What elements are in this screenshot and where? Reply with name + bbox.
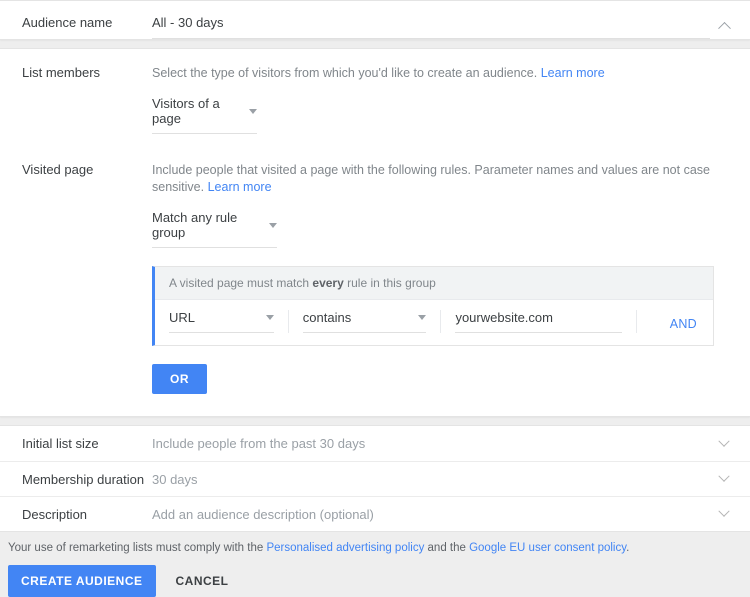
chevron-down-glyph (718, 435, 729, 446)
audience-settings-card: Initial list size Include people from th… (0, 425, 750, 532)
audience-name-card: Audience name (0, 0, 750, 40)
rule-field-select[interactable]: URL (169, 310, 274, 333)
chevron-down-icon (249, 109, 257, 114)
match-rule-group-value: Match any rule group (152, 210, 261, 240)
chevron-up-glyph (718, 21, 731, 34)
chevron-down-icon (269, 223, 277, 228)
chevron-down-icon[interactable] (714, 469, 734, 489)
chevron-up-icon[interactable] (712, 13, 736, 37)
rule-group-header-emphasis: every (312, 276, 343, 290)
audience-rules-card: List members Select the type of visitors… (0, 48, 750, 417)
visited-page-content: Include people that visited a page with … (152, 162, 750, 394)
add-or-group-button[interactable]: OR (152, 364, 207, 394)
visited-page-learn-more-link[interactable]: Learn more (208, 180, 272, 194)
rule-value-cell (441, 310, 636, 333)
disclaimer-text-mid: and the (424, 542, 469, 554)
chevron-down-glyph (718, 471, 729, 482)
membership-duration-value: 30 days (152, 472, 750, 487)
audience-builder-page: Audience name List members Select the ty… (0, 0, 750, 502)
rule-group-header-post: rule in this group (344, 276, 436, 290)
audience-name-field-wrap (152, 15, 710, 39)
list-members-helper-text: Select the type of visitors from which y… (152, 66, 537, 80)
description-label: Description (0, 507, 152, 522)
description-value: Add an audience description (optional) (152, 507, 750, 522)
rule-row: URL contains (155, 300, 713, 345)
initial-list-size-row[interactable]: Initial list size Include people from th… (0, 426, 750, 461)
chevron-down-icon[interactable] (714, 434, 734, 454)
rule-operator-value: contains (303, 310, 351, 325)
audience-name-label: Audience name (0, 15, 152, 31)
visited-page-label: Visited page (0, 162, 152, 178)
match-rule-group-select[interactable]: Match any rule group (152, 210, 277, 248)
chevron-down-icon (418, 315, 426, 320)
list-members-helper: Select the type of visitors from which y… (152, 65, 732, 82)
footer-actions: CREATE AUDIENCE CANCEL (8, 565, 740, 597)
list-members-label: List members (0, 65, 152, 81)
create-audience-button[interactable]: CREATE AUDIENCE (8, 565, 156, 597)
rule-field-cell: URL (155, 310, 289, 333)
chevron-down-icon (266, 315, 274, 320)
google-eu-user-consent-policy-link[interactable]: Google EU user consent policy (469, 542, 626, 554)
list-members-content: Select the type of visitors from which y… (152, 65, 750, 134)
footer: Your use of remarketing lists must compl… (0, 532, 750, 597)
membership-duration-label: Membership duration (0, 472, 152, 487)
initial-list-size-label: Initial list size (0, 436, 152, 451)
rule-and-cell: AND (637, 317, 713, 333)
list-members-row: List members Select the type of visitors… (0, 49, 750, 144)
initial-list-size-value: Include people from the past 30 days (152, 436, 750, 451)
policy-disclaimer: Your use of remarketing lists must compl… (8, 542, 740, 554)
list-members-type-select[interactable]: Visitors of a page (152, 96, 257, 134)
add-and-condition-link[interactable]: AND (670, 317, 697, 331)
visited-page-row: Visited page Include people that visited… (0, 144, 750, 416)
chevron-down-glyph (718, 506, 729, 517)
rule-group: A visited page must match every rule in … (152, 266, 714, 346)
rule-group-header-pre: A visited page must match (169, 276, 312, 290)
membership-duration-row[interactable]: Membership duration 30 days (0, 461, 750, 496)
chevron-down-icon[interactable] (714, 504, 734, 524)
description-row[interactable]: Description Add an audience description … (0, 496, 750, 531)
rule-field-value: URL (169, 310, 195, 325)
rule-group-header: A visited page must match every rule in … (155, 267, 713, 300)
list-members-learn-more-link[interactable]: Learn more (541, 66, 605, 80)
list-members-type-value: Visitors of a page (152, 96, 241, 126)
rule-value-input[interactable] (455, 310, 621, 333)
personalised-advertising-policy-link[interactable]: Personalised advertising policy (266, 542, 424, 554)
disclaimer-text-post: . (626, 542, 629, 554)
rule-operator-select[interactable]: contains (303, 310, 427, 333)
visited-page-helper: Include people that visited a page with … (152, 162, 732, 196)
disclaimer-text-pre: Your use of remarketing lists must compl… (8, 542, 266, 554)
audience-name-input[interactable] (152, 15, 710, 39)
rule-operator-cell: contains (289, 310, 442, 333)
cancel-button[interactable]: CANCEL (164, 565, 241, 597)
